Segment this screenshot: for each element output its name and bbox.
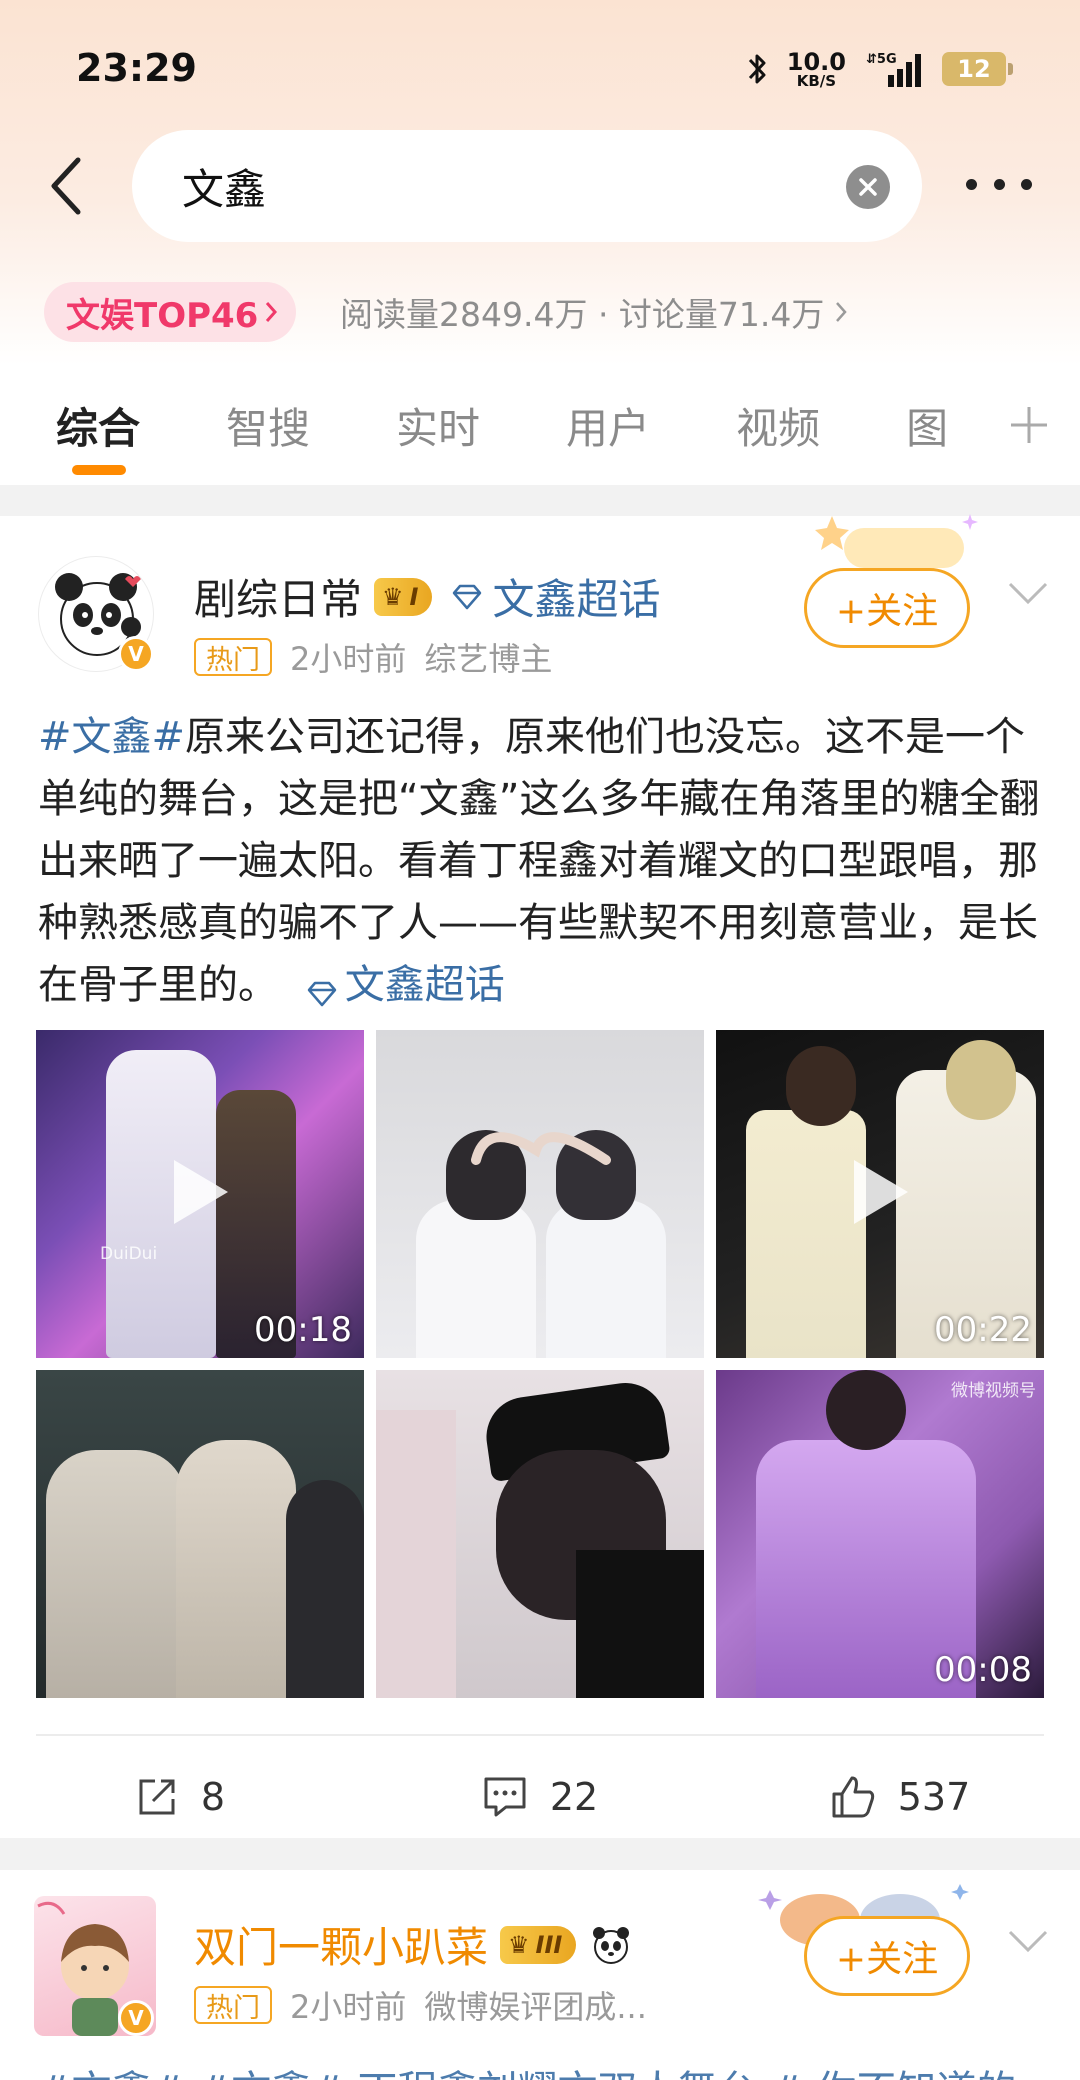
thumbs-up-icon [832,1776,874,1818]
repost-button[interactable]: 8 [0,1762,360,1832]
crown-icon: ♛ [508,1930,530,1959]
more-options-button[interactable] [966,168,1032,200]
post-meta: 热门 2小时前 综艺博主 [194,634,552,680]
post-meta-2: 热门 2小时前 微博娱评团成... [194,1982,647,2028]
post-card: V 剧综日常 ♛ I 文鑫超话 热门 2小时前 综艺博主 +关注 #文鑫#原来公… [0,514,1080,1838]
media-image-2[interactable] [376,1030,704,1358]
chevron-right-icon [836,302,848,322]
chevron-left-icon [51,157,81,215]
media-video-3[interactable]: 00:22 [716,1030,1044,1358]
member-level-badge-2: ♛ III [500,1925,577,1964]
author-name-2[interactable]: 双门一颗小趴菜 [194,1914,488,1975]
follow-button[interactable]: +关注 [804,568,970,648]
post-text-2-peek: #文鑫# #文鑫# 丁程鑫刘耀文双人舞台 # 你不知道的 [38,2058,1016,2080]
comment-icon [484,1777,526,1817]
video-duration: 00:18 [254,1310,352,1350]
chevron-down-icon[interactable] [1006,1926,1050,1956]
dot-icon [993,178,1005,190]
hot-tag-2: 热门 [194,1986,272,2024]
status-icons: 10.0 KB/S ⇵5G 12 [747,46,1013,92]
video-duration: 00:22 [934,1310,1032,1350]
play-icon [854,1160,908,1224]
watermark-text: DuiDui [100,1244,158,1264]
hashtag-link[interactable]: #文鑫# [38,714,185,760]
crown-icon: ♛ [382,582,404,611]
like-count: 537 [897,1775,971,1819]
author-name[interactable]: 剧综日常 [194,566,362,627]
post-body: 原来公司还记得，原来他们也没忘。这不是一个单纯的舞台，这是把“文鑫”这么多年藏在… [38,714,1040,1008]
hot-tag: 热门 [194,638,272,676]
comment-count: 22 [549,1775,599,1819]
rank-label: 文娱TOP46 [66,295,259,336]
author-role-2: 微博娱评团成... [424,1988,647,2026]
panda-emoji-icon [593,1926,630,1964]
watermark-text: 微博视频号 [951,1381,1036,1401]
dot-icon [966,178,977,190]
signal-5g-icon: ⇵5G [866,52,921,87]
chevron-right-icon [266,302,278,322]
tab-videos[interactable]: 视频 [736,365,820,485]
heart-hands-shape [471,1132,611,1165]
dot-icon [1021,178,1032,190]
search-tabs: 综合 智搜 实时 用户 视频 图 [0,365,1080,485]
network-speed: 10.0 KB/S [786,47,846,90]
verified-badge-icon: V [118,2000,154,2036]
share-icon [139,1779,175,1815]
media-image-4[interactable] [36,1370,364,1698]
svg-text:⇵5G: ⇵5G [866,52,897,67]
search-box[interactable] [132,130,922,242]
topic-stats[interactable]: 阅读量2849.4万 · 讨论量71.4万 [340,288,848,336]
diamond-icon [453,584,482,609]
follow-button-2[interactable]: +关注 [804,1916,970,1996]
comment-button[interactable]: 22 [360,1762,720,1832]
media-video-1[interactable]: DuiDui 00:18 [36,1030,364,1358]
author-line: 剧综日常 ♛ I 文鑫超话 [194,566,660,627]
media-grid: DuiDui 00:18 00:22 微博视频号 00:08 [36,1030,1044,1698]
search-header: 23:29 10.0 KB/S ⇵5G 12 文鑫 文娱TOP46 阅读量284… [0,0,1080,365]
tab-comprehensive[interactable]: 综合 [56,365,140,485]
back-button[interactable] [36,150,96,222]
card-divider [36,1734,1044,1736]
post-text: #文鑫#原来公司还记得，原来他们也没忘。这不是一个单纯的舞台，这是把“文鑫”这么… [38,706,1048,1016]
diamond-icon [307,981,336,1007]
hot-rank-badge[interactable]: 文娱TOP46 [44,282,297,342]
tab-users[interactable]: 用户 [566,365,650,485]
tab-images[interactable]: 图 [906,365,948,485]
media-video-6[interactable]: 微博视频号 00:08 [716,1370,1044,1698]
repost-count: 8 [200,1775,226,1819]
close-icon [859,178,877,196]
media-image-5[interactable] [376,1370,704,1698]
bluetooth-icon [748,54,766,84]
post-time: 2小时前 [290,640,407,678]
status-time: 23:29 [76,46,197,90]
member-level-badge: ♛ I [374,577,433,616]
search-input[interactable] [182,161,782,211]
tab-realtime[interactable]: 实时 [396,365,480,485]
inline-supertopic-link[interactable]: 文鑫超话 [305,954,505,1016]
stats-text: 阅读量2849.4万 · 讨论量71.4万 [340,295,825,334]
post-time-2: 2小时前 [290,1988,407,2026]
play-icon [174,1160,228,1224]
like-button[interactable]: 537 [720,1762,1080,1832]
post-card-2: V 双门一颗小趴菜 ♛ III 热门 2小时前 微博娱评团成... +关注 #文… [0,1870,1080,2080]
author-line-2: 双门一颗小趴菜 ♛ III [194,1914,634,1975]
verified-badge-icon: V [118,636,154,672]
post-actions: 8 22 537 [0,1762,1080,1832]
clear-search-button[interactable] [846,165,890,209]
video-duration: 00:08 [934,1650,1032,1690]
chevron-down-icon[interactable] [1006,578,1050,608]
add-tab-icon[interactable] [1008,404,1050,446]
battery-indicator: 12 [942,52,1013,86]
author-role: 综艺博主 [424,640,553,678]
tab-smart-search[interactable]: 智搜 [226,365,310,485]
supertopic-link[interactable]: 文鑫超话 [450,566,660,627]
